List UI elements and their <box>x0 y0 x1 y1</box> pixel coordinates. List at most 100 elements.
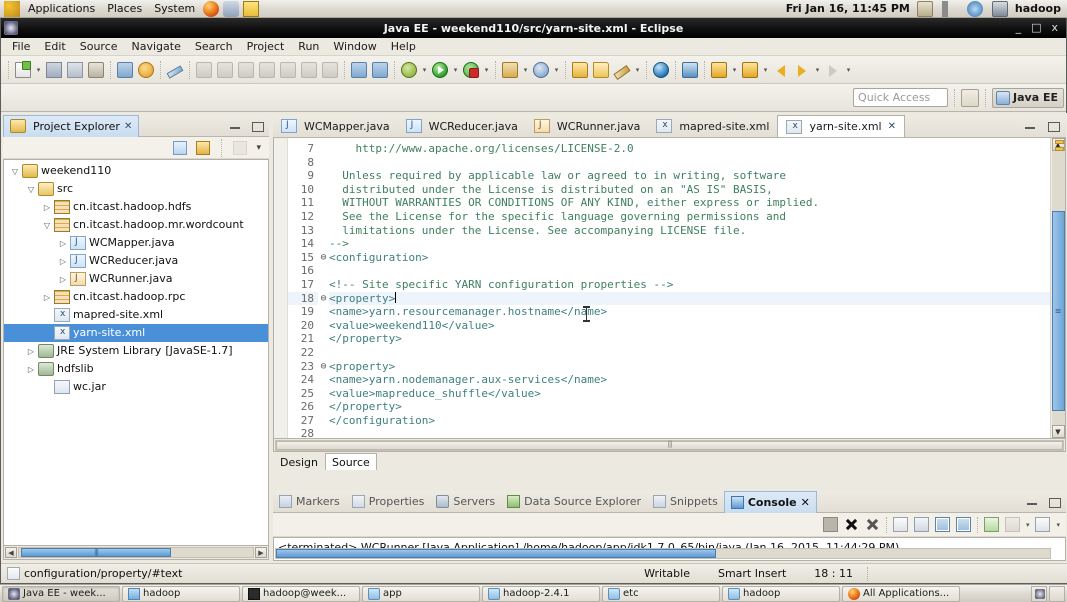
minimize-console-icon[interactable] <box>1025 495 1039 509</box>
console-horizontal-scrollbar[interactable] <box>275 548 1051 559</box>
scroll-right-arrow-icon[interactable]: ▶ <box>255 547 267 558</box>
scroll-left-arrow-icon[interactable]: ◀ <box>5 547 17 558</box>
fold-marker[interactable] <box>318 156 329 170</box>
fold-marker[interactable] <box>318 319 329 333</box>
quick-fix-dropdown-arrow[interactable]: ▾ <box>633 61 642 79</box>
display-selected-console-icon[interactable] <box>955 517 971 532</box>
fold-marker[interactable] <box>318 346 329 360</box>
open-resource-icon[interactable] <box>591 60 611 80</box>
build-icon[interactable] <box>115 60 135 80</box>
new-java-dropdown-arrow[interactable]: ▾ <box>521 61 530 79</box>
explorer-horizontal-scrollbar[interactable]: ◀ ▶ <box>3 546 269 560</box>
close-icon[interactable]: ✕ <box>801 496 810 509</box>
fold-marker[interactable] <box>318 169 329 183</box>
taskbar-item-terminal[interactable]: hadoop@week... <box>242 585 360 602</box>
menu-edit[interactable]: Edit <box>37 39 72 54</box>
notes-icon[interactable] <box>243 0 260 17</box>
printer-icon[interactable] <box>916 0 933 17</box>
tab-properties[interactable]: Properties <box>346 491 431 513</box>
tab-snippets[interactable]: Snippets <box>647 491 724 513</box>
scroll-thumb[interactable] <box>276 440 1063 450</box>
tab-markers[interactable]: Markers <box>273 491 346 513</box>
fold-marker[interactable] <box>318 427 329 438</box>
run-config-icon[interactable] <box>461 60 481 80</box>
tab-project-explorer[interactable]: Project Explorer ✕ <box>3 114 140 137</box>
next-annotation-icon[interactable] <box>709 60 729 80</box>
tree-item-wc-jar[interactable]: wc.jar <box>4 378 268 396</box>
taskbar-item-etc[interactable]: etc <box>602 585 720 602</box>
collapse-all-icon[interactable] <box>173 140 188 155</box>
refresh-icon[interactable] <box>136 60 156 80</box>
tree-item-src[interactable]: ▽ src <box>4 180 268 198</box>
twisty-icon[interactable]: ▷ <box>24 347 38 356</box>
export-wizard-icon[interactable] <box>680 60 700 80</box>
project-tree[interactable]: ▽ weekend110 ▽ src ▷ cn.itcast.hadoop.hd… <box>3 159 269 546</box>
minimize-button[interactable]: _ <box>1016 22 1022 33</box>
forward-icon[interactable] <box>792 60 812 80</box>
fold-marker[interactable] <box>318 224 329 238</box>
maximize-editor-icon[interactable] <box>1046 119 1060 133</box>
twisty-icon[interactable]: ▷ <box>40 293 54 302</box>
new-icon[interactable] <box>13 60 33 80</box>
tab-source[interactable]: Source <box>324 453 377 470</box>
marker-pen-icon[interactable] <box>165 60 185 80</box>
new-dropdown-arrow[interactable]: ▾ <box>34 61 43 79</box>
tree-item-hdfslib[interactable]: ▷ hdfslib <box>4 360 268 378</box>
list-icon[interactable] <box>349 60 369 80</box>
scroll-track[interactable] <box>18 547 254 558</box>
fold-marker[interactable] <box>318 183 329 197</box>
tree-item-jre-system-library[interactable]: ▷ JRE System Library [JavaSE-1.7] <box>4 342 268 360</box>
save-icon[interactable] <box>44 60 64 80</box>
clear-console-icon[interactable] <box>892 517 908 532</box>
tab-servers[interactable]: Servers <box>430 491 501 513</box>
volume-icon[interactable] <box>941 0 958 17</box>
menu-applications[interactable]: Applications <box>22 1 101 17</box>
fold-marker[interactable]: ⊖ <box>318 251 329 265</box>
fold-marker[interactable] <box>318 278 329 292</box>
menu-project[interactable]: Project <box>240 39 292 54</box>
fold-marker[interactable] <box>318 237 329 251</box>
open-type-icon[interactable] <box>570 60 590 80</box>
fold-marker[interactable] <box>318 264 329 278</box>
fold-marker[interactable]: ⊖ <box>318 292 329 306</box>
taskbar-item-hadoop-file[interactable]: hadoop <box>122 585 240 602</box>
new-server-icon[interactable] <box>531 60 551 80</box>
scroll-thumb[interactable] <box>276 549 716 558</box>
panel-username[interactable]: hadoop <box>1015 2 1063 15</box>
new-java-package-icon[interactable] <box>500 60 520 80</box>
next-annotation-dropdown-arrow[interactable]: ▾ <box>730 61 739 79</box>
menu-window[interactable]: Window <box>326 39 383 54</box>
editor-folding-ruler[interactable]: ⊖ ⊖ ⊖ <box>318 138 329 438</box>
remove-all-launches-icon[interactable] <box>865 517 880 532</box>
twisty-icon[interactable]: ▷ <box>56 275 70 284</box>
minimize-editor-icon[interactable] <box>1023 119 1037 133</box>
fold-marker[interactable] <box>318 210 329 224</box>
menu-system[interactable]: System <box>148 1 201 17</box>
maximize-console-icon[interactable] <box>1047 495 1061 509</box>
twisty-icon[interactable]: ▽ <box>8 167 22 176</box>
scroll-lock-icon[interactable] <box>913 517 929 532</box>
tree-item-wcmapper[interactable]: ▷ WCMapper.java <box>4 234 268 252</box>
editor-tab-yarn-site-xml[interactable]: yarn-site.xml ✕ <box>777 115 905 137</box>
close-button[interactable]: x <box>1051 22 1058 33</box>
debug-bug-icon[interactable] <box>399 60 419 80</box>
fold-marker[interactable] <box>318 387 329 401</box>
run-icon[interactable] <box>430 60 450 80</box>
taskbar-item-all-applications[interactable]: All Applications... <box>842 585 960 602</box>
applications-logo-icon[interactable] <box>4 0 20 17</box>
twisty-icon[interactable]: ▽ <box>24 185 38 194</box>
tree-item-wcrunner[interactable]: ▷ WCRunner.java <box>4 270 268 288</box>
editor-source-text[interactable]: http://www.apache.org/licenses/LICENSE-2… <box>329 138 1050 438</box>
twisty-icon[interactable]: ▷ <box>56 239 70 248</box>
overview-marker-icon[interactable] <box>1055 140 1064 144</box>
maximize-button[interactable]: □ <box>1031 22 1041 33</box>
print-icon[interactable] <box>86 60 106 80</box>
tab-design[interactable]: Design <box>273 453 325 470</box>
editor-tab-wcreducer[interactable]: WCReducer.java <box>398 115 526 137</box>
menu-navigate[interactable]: Navigate <box>125 39 188 54</box>
run-config-dropdown-arrow[interactable]: ▾ <box>482 61 491 79</box>
close-icon[interactable]: ✕ <box>124 121 132 132</box>
link-with-editor-icon[interactable] <box>196 140 211 155</box>
scroll-thumb[interactable] <box>1051 211 1065 411</box>
web-browser-icon[interactable] <box>651 60 671 80</box>
